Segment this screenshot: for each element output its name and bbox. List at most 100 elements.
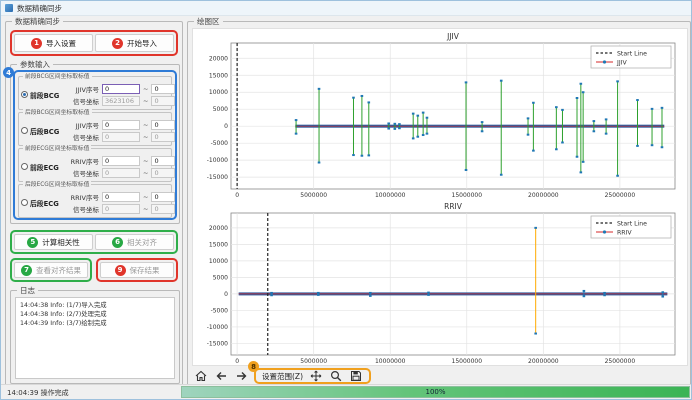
import-settings-label: 导入设置 <box>46 38 76 49</box>
param-input-group: 参数输入 4 前段BCG区间坐标取标值 前段BCG JJIV序号 <box>10 64 180 224</box>
svg-text:-10000: -10000 <box>207 157 228 164</box>
set-range-button[interactable]: 设置范围(Z) <box>262 371 303 382</box>
plot-toolbar: 8 设置范围(Z) <box>194 368 371 384</box>
front-ecg-radio[interactable]: 前段ECG <box>21 162 65 172</box>
radio-label: 后段ECG <box>30 198 59 208</box>
tilde: ~ <box>143 121 148 129</box>
svg-text:20000000: 20000000 <box>528 192 559 199</box>
svg-text:15000: 15000 <box>209 72 228 79</box>
svg-text:JJIV: JJIV <box>616 60 627 67</box>
chart-RRIV: 0500000010000000150000002000000025000000… <box>207 202 675 365</box>
radio-label: 前段ECG <box>30 162 59 172</box>
svg-text:5000000: 5000000 <box>300 358 327 365</box>
zoom-icon[interactable] <box>329 369 343 383</box>
correlation-buttons-box: 5 计算相关性 6 相关对齐 <box>10 230 178 254</box>
view-align-result-button[interactable]: 7 查看对齐结果 <box>14 262 88 278</box>
left-group-label: 数据精确同步 <box>12 17 63 26</box>
tilde: ~ <box>143 157 148 165</box>
save-icon[interactable] <box>349 369 363 383</box>
svg-text:RRIV: RRIV <box>617 230 632 237</box>
param-sections-box: 前段BCG区间坐标取标值 前段BCG JJIV序号 ~ <box>13 70 177 220</box>
svg-text:-5000: -5000 <box>211 140 229 147</box>
svg-text:25000000: 25000000 <box>605 192 636 199</box>
start-import-label: 开始导入 <box>127 38 157 49</box>
progress-bar: 100% <box>181 386 690 398</box>
radio-label: 前段BCG <box>30 90 59 100</box>
svg-text:0: 0 <box>235 192 239 199</box>
correlation-align-button[interactable]: 6 相关对齐 <box>95 234 174 250</box>
log-textarea[interactable]: 14:04:38 Info: (1/7)导入完成 14:04:38 Info: … <box>15 297 175 379</box>
log-line: 14:04:38 Info: (1/7)导入完成 <box>20 301 170 310</box>
signal-coord-start-input[interactable] <box>102 204 140 214</box>
section-title: 前段BCG区间坐标取标值 <box>23 73 92 81</box>
svg-text:10000000: 10000000 <box>375 192 406 199</box>
badge-9: 9 <box>115 265 126 276</box>
rriv-index-start-input[interactable] <box>102 192 140 202</box>
signal-coord-start-input[interactable] <box>102 132 140 142</box>
radio-icon <box>21 163 28 170</box>
signal-coord-end-input[interactable] <box>151 132 175 142</box>
app-icon <box>5 4 13 12</box>
tilde: ~ <box>143 97 148 105</box>
svg-text:Start Line: Start Line <box>617 221 647 228</box>
row-label: 信号坐标 <box>65 168 99 178</box>
badge-1: 1 <box>31 38 42 49</box>
calc-correlation-button[interactable]: 5 计算相关性 <box>14 234 93 250</box>
jjiv-index-start-input[interactable] <box>102 120 140 130</box>
import-buttons-box: 1 导入设置 2 开始导入 <box>10 30 178 56</box>
svg-text:-5000: -5000 <box>211 307 229 314</box>
rriv-index-end-input[interactable] <box>151 192 175 202</box>
home-icon[interactable] <box>194 369 208 383</box>
row-label: 信号坐标 <box>65 96 99 106</box>
svg-text:5000000: 5000000 <box>300 192 327 199</box>
jjiv-index-end-input[interactable] <box>151 84 175 94</box>
start-import-button[interactable]: 2 开始导入 <box>95 34 174 52</box>
param-section-front-bcg: 前段BCG区间坐标取标值 前段BCG JJIV序号 ~ <box>18 76 172 110</box>
jjiv-index-start-input[interactable] <box>102 84 140 94</box>
signal-coord-end-input[interactable] <box>151 204 175 214</box>
badge-4: 4 <box>3 67 14 78</box>
forward-arrow-icon[interactable] <box>234 369 248 383</box>
pan-icon[interactable] <box>309 369 323 383</box>
badge-8: 8 <box>248 361 259 372</box>
svg-text:0: 0 <box>235 358 239 365</box>
signal-coord-end-input[interactable] <box>151 168 175 178</box>
signal-coord-end-input[interactable] <box>151 96 175 106</box>
svg-text:20000000: 20000000 <box>528 358 559 365</box>
jjiv-index-end-input[interactable] <box>151 120 175 130</box>
badge-7: 7 <box>21 265 32 276</box>
rear-bcg-radio[interactable]: 后段BCG <box>21 126 65 136</box>
view-align-result-label: 查看对齐结果 <box>36 265 81 276</box>
rriv-index-end-input[interactable] <box>151 156 175 166</box>
row-label: 信号坐标 <box>65 204 99 214</box>
signal-coord-start-input[interactable] <box>102 96 140 106</box>
status-bar: 14:04:39 操作完成 100% <box>1 384 691 399</box>
front-bcg-radio[interactable]: 前段BCG <box>21 90 65 100</box>
tilde: ~ <box>143 205 148 213</box>
section-title: 前段ECG区间坐标取标值 <box>23 145 91 153</box>
section-title: 后段BCG区间坐标取标值 <box>23 109 92 117</box>
window-title: 数据精确同步 <box>17 3 62 14</box>
log-group: 日志 14:04:38 Info: (1/7)导入完成 14:04:38 Inf… <box>10 290 180 384</box>
svg-text:10000: 10000 <box>209 89 228 96</box>
svg-text:5000: 5000 <box>213 106 228 113</box>
app-window: 数据精确同步 数据精确同步 1 导入设置 2 开始导入 参数输入 4 前段BCG… <box>0 0 692 400</box>
signal-coord-start-input[interactable] <box>102 168 140 178</box>
left-panel-group: 数据精确同步 1 导入设置 2 开始导入 参数输入 4 前段BCG区间坐标取标值 <box>5 21 183 387</box>
radio-label: 后段BCG <box>30 126 59 136</box>
radio-icon <box>21 127 28 134</box>
svg-text:RRIV: RRIV <box>444 202 463 211</box>
svg-text:15000000: 15000000 <box>452 192 483 199</box>
save-result-button[interactable]: 9 保存结果 <box>100 262 174 278</box>
badge-2: 2 <box>112 38 123 49</box>
log-group-label: 日志 <box>17 286 38 295</box>
chart-canvas[interactable]: 0 5000000 10000000 15000000 20000000 25000000… <box>192 28 688 366</box>
import-settings-button[interactable]: 1 导入设置 <box>14 34 93 52</box>
progress-label: 100% <box>425 388 445 396</box>
svg-text:Start Line: Start Line <box>617 51 647 58</box>
rriv-index-start-input[interactable] <box>102 156 140 166</box>
back-arrow-icon[interactable] <box>214 369 228 383</box>
svg-text:0: 0 <box>224 291 228 298</box>
rear-ecg-radio[interactable]: 后段ECG <box>21 198 65 208</box>
tilde: ~ <box>143 85 148 93</box>
